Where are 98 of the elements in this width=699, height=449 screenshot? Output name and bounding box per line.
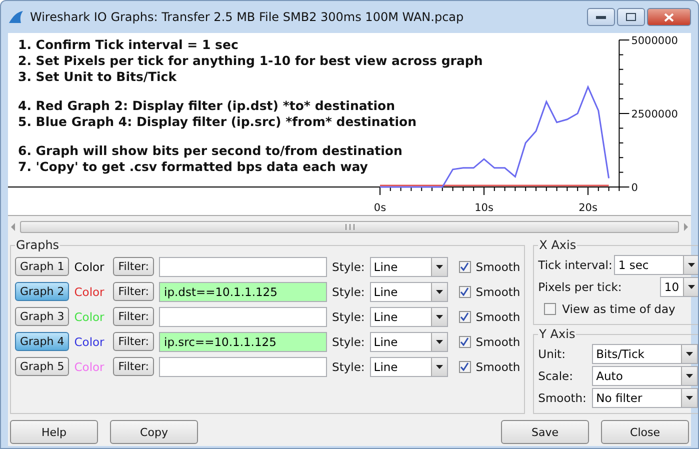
dropdown-arrow-icon [686, 374, 694, 378]
dropdown[interactable]: Auto [592, 366, 698, 386]
filter-button[interactable]: Filter: [113, 307, 154, 326]
dialog-button[interactable]: Copy [110, 420, 198, 444]
checkbox[interactable] [458, 310, 471, 322]
smooth-label: Smooth [476, 360, 520, 374]
filter-field[interactable] [159, 256, 328, 276]
dropdown-arrow-icon [688, 285, 696, 289]
dropdown[interactable]: Bits/Tick [592, 344, 698, 364]
x-tick-label: 10s [474, 202, 494, 214]
instruction-text: 4. Red Graph 2: Display filter (ip.dst) *to* destination [18, 98, 396, 114]
y-tick-label: 5000000 [631, 35, 678, 47]
filter-button[interactable]: Filter: [113, 282, 154, 301]
dropdown-arrow-icon [686, 352, 694, 356]
filter-field[interactable]: ip.src==10.1.1.125 [159, 332, 328, 352]
style-label: Style: [332, 360, 365, 374]
close-button[interactable] [647, 8, 691, 26]
scrollbar-thumb[interactable] [20, 221, 679, 233]
minimize-button[interactable] [587, 8, 615, 26]
filter-button[interactable]: Filter: [113, 357, 154, 376]
group-title: X Axis [538, 238, 578, 252]
filter-button[interactable]: Filter: [113, 257, 154, 276]
checkmark-icon [460, 362, 470, 371]
shark-fin-icon [8, 10, 24, 24]
x-tick-label: 0s [374, 202, 386, 214]
style-label: Style: [332, 284, 365, 298]
smooth-label: Smooth [476, 310, 520, 324]
smooth-label: Smooth [476, 284, 520, 298]
color-label[interactable]: Color [74, 334, 108, 348]
instruction-text: 1. Confirm Tick interval = 1 sec [18, 37, 240, 53]
grip-icon [344, 224, 356, 230]
dialog-button[interactable]: Save [501, 420, 589, 444]
pixels-per-tick-label: Pixels per tick: [538, 280, 622, 294]
color-label[interactable]: Color [74, 284, 108, 298]
y-tick-label: 2500000 [631, 108, 678, 120]
style-label: Style: [332, 310, 365, 324]
field-label: Unit: [538, 347, 566, 361]
dropdown-arrow-icon [436, 314, 443, 318]
instruction-text: 7. 'Copy' to get .csv formatted bps data each way [18, 159, 369, 175]
dropdown-arrow-icon [688, 263, 696, 267]
maximize-button[interactable] [617, 8, 645, 26]
style-label: Style: [332, 334, 365, 348]
maximize-icon [626, 13, 636, 21]
checkmark-icon [460, 312, 470, 321]
style-dropdown[interactable]: Line [370, 356, 448, 376]
y-tick-label: 0 [631, 182, 638, 194]
horizontal-scrollbar[interactable] [10, 220, 689, 234]
field-label: Smooth: [538, 391, 588, 405]
checkmark-icon [460, 287, 470, 296]
filter-field[interactable]: ip.dst==10.1.1.125 [159, 282, 328, 302]
checkmark-icon [460, 262, 470, 271]
smooth-label: Smooth [476, 260, 520, 274]
filter-field[interactable] [159, 306, 328, 326]
checkbox[interactable] [458, 286, 471, 298]
tick-interval-dropdown[interactable]: 1 sec [614, 255, 698, 275]
checkbox[interactable] [458, 360, 471, 372]
checkmark-icon [460, 337, 470, 346]
group-title: Y Axis [538, 327, 576, 341]
graph-toggle-button[interactable]: Graph 2 [15, 282, 70, 301]
dropdown-arrow-icon [436, 290, 443, 294]
field-label: Scale: [538, 369, 574, 383]
x-tick-label: 20s [578, 202, 598, 214]
pixels-per-tick-dropdown[interactable]: 10 [660, 277, 698, 297]
graph-toggle-button[interactable]: Graph 3 [15, 307, 70, 326]
window-title: Wireshark IO Graphs: Transfer 2.5 MB File SMB2 300ms 100M WAN.pcap [30, 10, 465, 24]
style-label: Style: [332, 260, 365, 274]
graph-toggle-button[interactable]: Graph 5 [15, 357, 70, 376]
instruction-text: 3. Set Unit to Bits/Tick [18, 69, 178, 85]
group-title: Graphs [15, 238, 60, 252]
filter-field[interactable] [159, 356, 328, 376]
dropdown[interactable]: No filter [592, 388, 698, 408]
style-dropdown[interactable]: Line [370, 282, 448, 302]
scroll-right-icon [683, 223, 689, 231]
checkbox[interactable] [544, 303, 556, 315]
scroll-left-icon [10, 223, 16, 231]
time-of-day-label: View as time of day [562, 302, 676, 316]
close-icon [664, 12, 674, 22]
dropdown-arrow-icon [436, 364, 443, 368]
checkbox[interactable] [458, 336, 471, 348]
dropdown-arrow-icon [436, 264, 443, 268]
filter-button[interactable]: Filter: [113, 332, 154, 351]
instruction-text: 2. Set Pixels per tick for anything 1-10 for best view across graph [18, 53, 483, 69]
graph-toggle-button[interactable]: Graph 1 [15, 257, 70, 276]
instruction-text: 6. Graph will show bits per second to/from destination [18, 143, 404, 159]
style-dropdown[interactable]: Line [370, 306, 448, 326]
color-label[interactable]: Color [74, 260, 108, 274]
dropdown-arrow-icon [686, 396, 694, 400]
style-dropdown[interactable]: Line [370, 332, 448, 352]
graph-toggle-button[interactable]: Graph 4 [15, 332, 70, 351]
dialog-button[interactable]: Help [10, 420, 98, 444]
smooth-label: Smooth [476, 334, 520, 348]
minimize-icon [596, 15, 606, 19]
tick-interval-label: Tick interval: [538, 258, 612, 272]
instruction-text: 5. Blue Graph 4: Display filter (ip.src) *from* destination [18, 114, 418, 130]
checkbox[interactable] [458, 260, 471, 272]
dropdown-arrow-icon [436, 340, 443, 344]
style-dropdown[interactable]: Line [370, 256, 448, 276]
dialog-button[interactable]: Close [601, 420, 689, 444]
